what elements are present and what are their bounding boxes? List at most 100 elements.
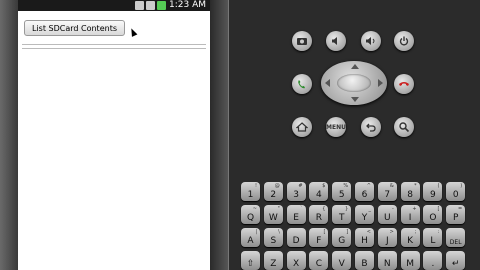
key-label: F — [316, 236, 322, 246]
key-row3-2[interactable]: D — [286, 228, 306, 247]
key-row2-5[interactable]: Y _ — [355, 205, 374, 224]
key-sub-label: ] — [346, 229, 349, 235]
key-sub-label: = — [457, 206, 463, 212]
key-row2-6[interactable]: U- — [377, 205, 397, 224]
key-label: ⇧ — [246, 259, 255, 269]
key-label: 0 — [452, 190, 459, 200]
dpad-up-icon[interactable] — [351, 64, 359, 69]
key-row1-3[interactable]: 4 $ — [309, 182, 329, 201]
key-row2-8[interactable]: O[ — [423, 205, 443, 224]
key-row1-6[interactable]: 7 & — [377, 182, 397, 201]
key-row1-0[interactable]: 1! — [241, 182, 260, 201]
key-row1-7[interactable]: 8 * — [400, 182, 420, 201]
key-row1-8[interactable]: 9( — [423, 182, 443, 201]
key-sub-label: - — [391, 206, 394, 212]
key-row4-2[interactable]: X — [286, 251, 306, 270]
key-row4-9[interactable]: ↵ — [446, 251, 466, 270]
power-icon — [399, 36, 409, 46]
dpad-left-icon[interactable] — [325, 79, 330, 87]
key-label: H — [361, 236, 368, 246]
key-label: P — [452, 213, 459, 223]
call-button[interactable] — [292, 74, 312, 94]
key-label: J — [385, 236, 389, 246]
key-row4-4[interactable]: V — [332, 251, 352, 270]
key-row4-0[interactable]: ⇧ — [241, 251, 260, 270]
camera-button[interactable] — [292, 31, 312, 51]
end-call-button[interactable] — [394, 74, 414, 94]
key-row2-7[interactable]: I + — [400, 205, 420, 224]
key-sub-label: ^ — [366, 183, 371, 189]
key-row3-7[interactable]: K; — [400, 228, 420, 247]
key-row3-9[interactable]: DEL — [446, 228, 466, 247]
key-sub-label: * — [414, 183, 417, 189]
emulator-right-bezel — [210, 0, 229, 270]
key-row2-4[interactable]: T} — [332, 205, 352, 224]
key-label: 4 — [316, 190, 322, 200]
key-row2-9[interactable]: P = — [446, 205, 466, 224]
key-row2-2[interactable]: E ` — [286, 205, 306, 224]
key-sub-label: ` — [300, 206, 303, 212]
key-row4-7[interactable]: M — [400, 251, 420, 270]
volume-up-icon — [366, 37, 375, 45]
dpad-center-button[interactable] — [337, 74, 371, 92]
key-label: S — [270, 236, 277, 246]
volume-up-button[interactable] — [361, 31, 381, 51]
key-row4-6[interactable]: N — [377, 251, 397, 270]
key-row4-8[interactable]: . — [423, 251, 443, 270]
key-row1-1[interactable]: 2 @ — [263, 182, 283, 201]
key-label: E — [293, 213, 299, 223]
key-label: 7 — [384, 190, 391, 200]
search-button[interactable] — [394, 117, 414, 137]
key-label: O — [429, 213, 437, 223]
key-row2-1[interactable]: W " — [263, 205, 283, 224]
key-label: D — [292, 236, 300, 246]
menu-button[interactable]: MENU — [326, 117, 346, 137]
dpad-right-icon[interactable] — [378, 79, 383, 87]
status-bar: 1:23 AM — [18, 0, 210, 11]
home-button[interactable] — [292, 117, 312, 137]
key-row3-4[interactable]: G] — [332, 228, 352, 247]
key-row2-3[interactable]: R{ — [309, 205, 329, 224]
key-row4-3[interactable]: C — [309, 251, 329, 270]
key-sub-label: + — [412, 206, 417, 212]
key-sub-label: # — [298, 183, 303, 189]
key-row1-4[interactable]: 5% — [332, 182, 352, 201]
key-row4-5[interactable]: B — [355, 251, 374, 270]
key-sub-label: ~ — [252, 206, 257, 212]
battery-icon — [157, 1, 166, 10]
key-row1-2[interactable]: 3 # — [286, 182, 306, 201]
key-row3-6[interactable]: J > — [377, 228, 397, 247]
dpad-down-icon[interactable] — [351, 97, 359, 102]
divider-top — [22, 44, 206, 45]
power-button[interactable] — [394, 31, 414, 51]
key-row3-3[interactable]: F[ — [309, 228, 329, 247]
key-row3-0[interactable]: A | — [241, 228, 260, 247]
key-sub-label: \ — [278, 229, 280, 235]
key-sub-label: ! — [254, 183, 257, 189]
key-label: DEL — [449, 239, 462, 246]
volume-down-button[interactable] — [326, 31, 346, 51]
divider-bottom — [22, 48, 206, 49]
key-row4-1[interactable]: Z — [263, 251, 283, 270]
key-sub-label: $ — [322, 183, 326, 189]
call-icon — [298, 80, 305, 89]
key-label: K — [407, 236, 414, 246]
back-button[interactable] — [361, 117, 381, 137]
key-row1-5[interactable]: 6 ^ — [355, 182, 374, 201]
key-label: V — [338, 259, 345, 269]
key-sub-label: [ — [323, 229, 326, 235]
key-row3-5[interactable]: H < — [355, 228, 374, 247]
key-label: R — [315, 213, 323, 223]
key-sub-label: > — [389, 229, 394, 235]
key-row1-9[interactable]: 0) — [446, 182, 466, 201]
key-label: T — [338, 213, 345, 223]
dpad[interactable] — [321, 61, 387, 105]
key-row2-0[interactable]: Q ~ — [241, 205, 260, 224]
key-row3-8[interactable]: L: — [423, 228, 443, 247]
key-label: 9 — [430, 190, 436, 200]
key-label: M — [406, 259, 414, 269]
key-row3-1[interactable]: S \ — [263, 228, 283, 247]
key-sub-label: ( — [437, 183, 440, 189]
list-sdcard-contents-button[interactable]: List SDCard Contents — [24, 20, 125, 36]
key-label: L — [430, 236, 436, 246]
